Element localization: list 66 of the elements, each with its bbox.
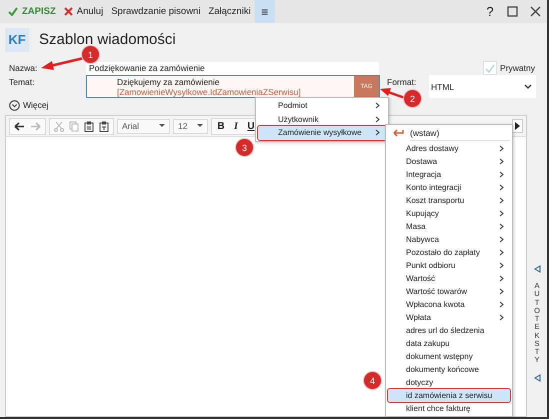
italic-button[interactable]: I <box>231 120 241 132</box>
name-label: Nazwa: <box>9 63 38 73</box>
menu-item[interactable]: Pozostało do zapłaty <box>388 246 510 259</box>
menu-item[interactable]: dokumenty końcowe <box>388 363 510 376</box>
attachments-button[interactable]: Załączniki <box>204 0 255 23</box>
menu-item[interactable]: dotyczy <box>388 376 510 389</box>
expand-toolbar-icon[interactable] <box>512 119 523 133</box>
collapse-arrow-icon[interactable] <box>534 265 540 273</box>
font-select[interactable]: Arial <box>117 118 170 134</box>
menu-item[interactable]: data zakupu <box>388 337 510 350</box>
bold-button[interactable]: B <box>216 120 226 132</box>
menu-item[interactable]: adres url do śledzenia <box>388 324 510 337</box>
menu-item[interactable]: Koszt transportu <box>388 194 510 207</box>
menu-item[interactable]: Punkt odbioru <box>388 259 510 272</box>
step-badge: 1 <box>82 46 99 63</box>
annotation-arrow <box>380 88 406 100</box>
help-button[interactable]: ? <box>479 0 501 23</box>
menu-item[interactable]: Wpłacona kwota <box>388 298 510 311</box>
chevron-down-icon <box>524 84 532 89</box>
caret-icon <box>197 124 203 128</box>
private-checkbox[interactable] <box>483 61 498 75</box>
chevron-circle-icon <box>9 100 20 110</box>
menu-item[interactable]: dokument wstępny <box>388 350 510 363</box>
menu-item[interactable]: Adres dostawy <box>388 142 510 155</box>
cancel-button[interactable]: Anuluj <box>60 0 108 23</box>
undo-icon[interactable] <box>14 122 25 130</box>
app-badge: KF <box>5 28 29 52</box>
paste-icon[interactable] <box>84 120 94 132</box>
spellcheck-button[interactable]: Sprawdzanie pisowni <box>107 0 204 23</box>
format-label: Format: <box>387 77 416 87</box>
menu-item[interactable]: Wpłata <box>388 311 510 324</box>
font-size-select[interactable]: 12 <box>173 118 208 134</box>
menu-item[interactable]: Wartość towarów <box>388 285 510 298</box>
annotation-arrow <box>41 56 84 70</box>
menu-item[interactable]: Dostawa <box>388 155 510 168</box>
step-badge: 4 <box>364 372 381 389</box>
menu-item[interactable]: Podmiot <box>258 99 386 112</box>
collapse-arrow-icon[interactable] <box>534 374 540 382</box>
close-icon[interactable] <box>530 6 541 17</box>
close-icon <box>64 7 73 16</box>
menu-item[interactable]: Masa <box>388 220 510 233</box>
menu-item[interactable]: Wartość <box>388 272 510 285</box>
return-arrow-icon <box>392 128 404 136</box>
menu-item[interactable]: Integracja <box>388 168 510 181</box>
private-label: Prywatny <box>500 63 535 73</box>
window-title: Szablon wiadomości <box>39 31 176 48</box>
more-toggle[interactable]: Więcej <box>9 100 49 110</box>
name-field[interactable]: Podziękowanie za zamówienie <box>86 62 379 74</box>
menu-item[interactable]: Użytkownik <box>258 112 386 126</box>
menu-item[interactable]: Konto integracji <box>388 181 510 194</box>
format-select[interactable]: HTML <box>429 75 536 98</box>
menu-item[interactable]: id zamówienia z serwisu <box>388 389 510 402</box>
underline-button[interactable]: U <box>246 120 256 132</box>
checkmark-icon <box>8 7 18 16</box>
paste-text-icon[interactable] <box>99 120 109 132</box>
maximize-icon[interactable] <box>507 6 518 17</box>
menu-item[interactable]: Zamówienie wysyłkowe <box>258 126 386 140</box>
insert-item[interactable]: (wstaw) <box>388 126 510 139</box>
subject-label: Temat: <box>9 77 35 87</box>
menu-button[interactable]: ≡ <box>254 0 275 23</box>
step-badge: 2 <box>404 90 421 107</box>
menu-item[interactable]: klient chce fakturę <box>388 402 510 415</box>
caret-icon <box>159 124 165 128</box>
menu-item[interactable]: Kupujący <box>388 207 510 220</box>
menu-item[interactable]: Nabywca <box>388 233 510 246</box>
step-badge: 3 <box>236 139 253 156</box>
